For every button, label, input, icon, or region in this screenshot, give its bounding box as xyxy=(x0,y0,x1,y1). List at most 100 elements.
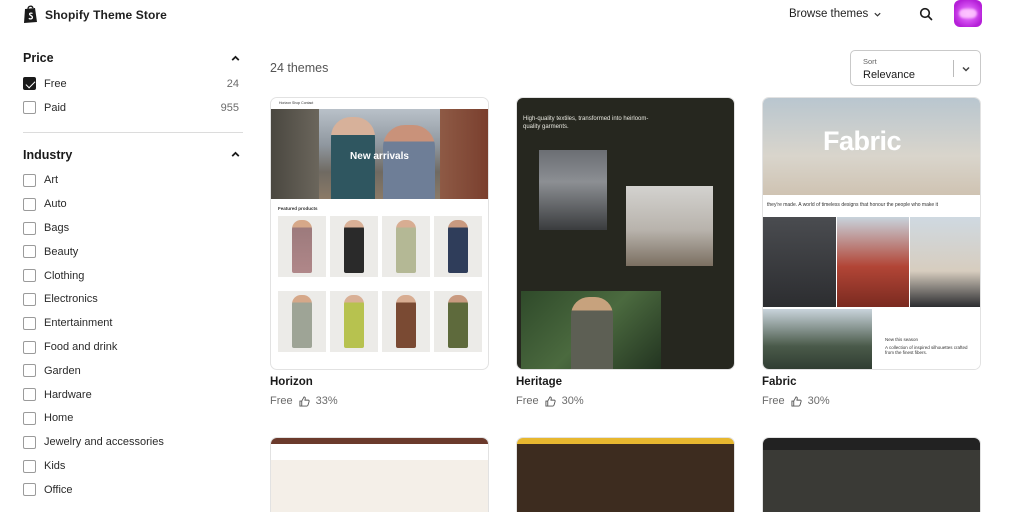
checkbox[interactable] xyxy=(23,101,36,115)
industry-option-entertainment[interactable]: Entertainment xyxy=(23,311,243,335)
preview-season-block: New this season A collection of inspired… xyxy=(873,309,980,369)
option-label: Hardware xyxy=(44,388,92,401)
theme-rating: 30% xyxy=(807,395,830,407)
theme-price: Free xyxy=(762,395,785,407)
industry-option-list: Art Auto Bags Beauty Clothing Electronic… xyxy=(23,169,243,502)
brand-title[interactable]: Shopify Theme Store xyxy=(45,8,167,22)
theme-preview[interactable]: Fabric they're made. A world of timeless… xyxy=(762,97,981,370)
theme-preview-row2-1[interactable] xyxy=(270,437,489,512)
checkbox[interactable] xyxy=(23,483,36,497)
theme-price: Free xyxy=(516,395,539,407)
thumbs-up-icon xyxy=(791,395,802,407)
preview-image xyxy=(539,150,607,230)
search-icon[interactable] xyxy=(919,7,933,21)
theme-rating: 33% xyxy=(315,395,338,407)
theme-meta: Free 33% xyxy=(270,395,338,407)
chevron-down-icon xyxy=(962,66,970,72)
industry-option-beauty[interactable]: Beauty xyxy=(23,240,243,264)
option-label: Jewelry and accessories xyxy=(44,436,164,449)
checkbox[interactable] xyxy=(23,340,36,354)
industry-option-kids[interactable]: Kids xyxy=(23,454,243,478)
theme-preview[interactable]: High-quality textiles, transformed into … xyxy=(516,97,735,370)
checkbox[interactable] xyxy=(23,245,36,259)
option-label: Art xyxy=(44,174,59,187)
theme-rating: 30% xyxy=(561,395,584,407)
checkbox[interactable] xyxy=(23,269,36,283)
chevron-down-icon xyxy=(874,12,881,17)
checkbox[interactable] xyxy=(23,435,36,449)
checkbox[interactable] xyxy=(23,411,36,425)
option-label: Office xyxy=(44,483,73,496)
industry-filter-header[interactable]: Industry xyxy=(23,141,243,169)
preview-image xyxy=(626,186,713,266)
theme-name[interactable]: Horizon xyxy=(270,376,313,388)
preview-image xyxy=(910,217,980,307)
industry-option-home[interactable]: Home xyxy=(23,407,243,431)
checkbox[interactable] xyxy=(23,221,36,235)
browse-themes-menu[interactable]: Browse themes xyxy=(789,8,882,20)
sort-value: Relevance xyxy=(863,69,915,81)
option-label: Clothing xyxy=(44,269,85,282)
theme-name[interactable]: Fabric xyxy=(762,376,797,388)
option-label: Home xyxy=(44,412,74,425)
industry-option-electronics[interactable]: Electronics xyxy=(23,288,243,312)
sort-select[interactable]: Sort Relevance xyxy=(850,50,981,86)
preview-image xyxy=(521,291,661,369)
preview-product-grid xyxy=(278,216,483,352)
preview-image xyxy=(763,309,872,369)
chevron-up-icon xyxy=(231,151,240,157)
checkbox[interactable] xyxy=(23,459,36,473)
option-label: Entertainment xyxy=(44,317,113,330)
industry-option-jewelry[interactable]: Jewelry and accessories xyxy=(23,430,243,454)
preview-image xyxy=(837,217,909,307)
avatar[interactable] xyxy=(954,0,982,27)
checkbox[interactable] xyxy=(23,316,36,330)
preview-section-title: Featured products xyxy=(278,206,318,211)
option-label: Auto xyxy=(44,198,67,211)
preview-hero-title: New arrivals xyxy=(350,151,409,162)
theme-meta: Free 30% xyxy=(516,395,584,407)
checkbox[interactable] xyxy=(23,77,36,91)
theme-preview-row2-2[interactable] xyxy=(516,437,735,512)
option-label: Free xyxy=(44,77,67,90)
price-option-paid[interactable]: Paid 955 xyxy=(23,96,243,120)
filter-sidebar: Price Free 24 Paid 955 Industry Art Auto… xyxy=(23,44,243,502)
option-label: Food and drink xyxy=(44,341,118,354)
top-header: Shopify Theme Store Browse themes xyxy=(0,0,1024,30)
option-label: Bags xyxy=(44,222,70,235)
preview-season-title: New this season xyxy=(885,337,919,342)
option-label: Electronics xyxy=(44,293,98,306)
checkbox[interactable] xyxy=(23,197,36,211)
option-label: Kids xyxy=(44,460,66,473)
result-count: 24 themes xyxy=(270,61,329,75)
sort-label: Sort xyxy=(863,57,877,66)
industry-option-bags[interactable]: Bags xyxy=(23,216,243,240)
preview-image xyxy=(763,217,836,307)
checkbox[interactable] xyxy=(23,388,36,402)
theme-name[interactable]: Heritage xyxy=(516,376,562,388)
theme-preview-row2-3[interactable] xyxy=(762,437,981,512)
industry-option-auto[interactable]: Auto xyxy=(23,192,243,216)
option-count: 955 xyxy=(220,101,239,114)
theme-meta: Free 30% xyxy=(762,395,830,407)
preview-strip-text: they're made. A world of timeless design… xyxy=(763,195,980,215)
industry-option-clothing[interactable]: Clothing xyxy=(23,264,243,288)
industry-option-garden[interactable]: Garden xyxy=(23,359,243,383)
option-label: Paid xyxy=(44,101,67,114)
divider xyxy=(953,60,954,77)
price-option-free[interactable]: Free 24 xyxy=(23,72,243,96)
industry-option-food-and-drink[interactable]: Food and drink xyxy=(23,335,243,359)
divider xyxy=(23,131,243,133)
preview-season-text: A collection of inspired silhouettes cra… xyxy=(885,345,968,355)
checkbox[interactable] xyxy=(23,173,36,187)
industry-option-art[interactable]: Art xyxy=(23,169,243,193)
industry-option-hardware[interactable]: Hardware xyxy=(23,383,243,407)
theme-preview[interactable]: Horizon Shop Contact New arrivals Featur… xyxy=(270,97,489,370)
price-filter-header[interactable]: Price xyxy=(23,44,243,72)
checkbox[interactable] xyxy=(23,292,36,306)
industry-option-office[interactable]: Office xyxy=(23,478,243,502)
price-filter-title: Price xyxy=(23,51,54,65)
shopify-bag-icon[interactable] xyxy=(22,5,39,24)
checkbox[interactable] xyxy=(23,364,36,378)
thumbs-up-icon xyxy=(299,395,310,407)
